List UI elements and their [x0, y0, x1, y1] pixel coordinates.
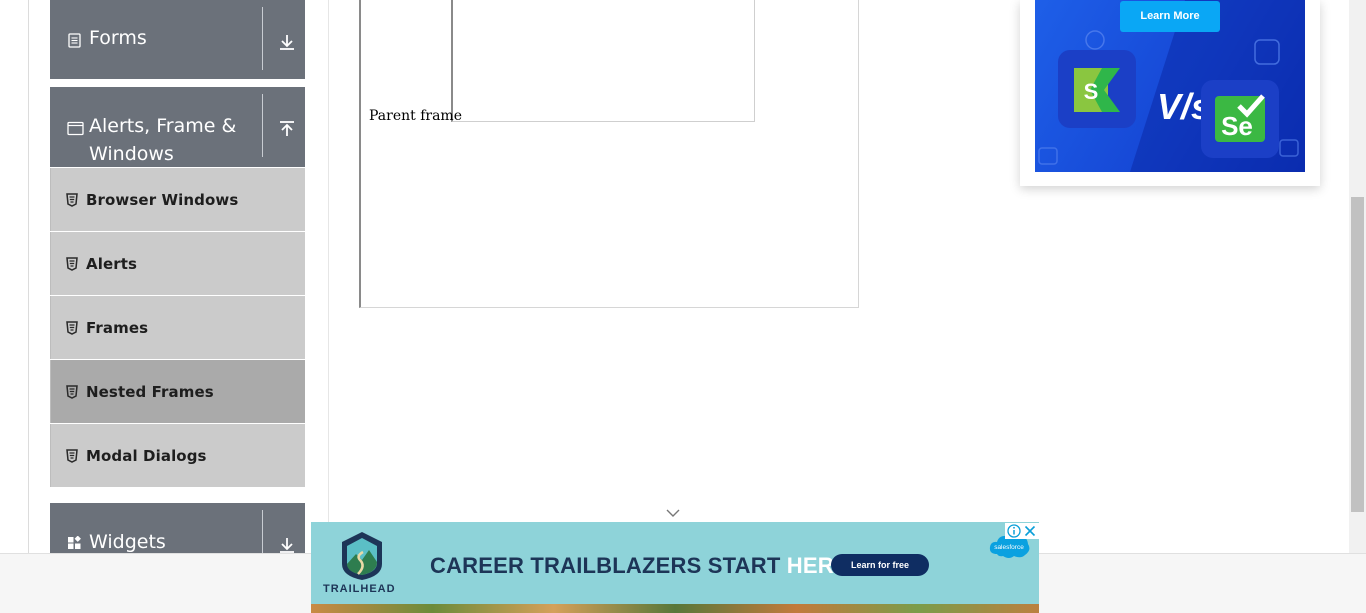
- document-icon: [68, 33, 81, 48]
- learn-for-free-button[interactable]: Learn for free: [831, 554, 929, 576]
- sidebar-group-forms[interactable]: Forms: [50, 0, 305, 79]
- sidebar-item-label: Alerts: [86, 254, 138, 273]
- group-separator: [262, 7, 263, 70]
- sidebar-item-label: Frames: [86, 318, 149, 337]
- upload-arrow-icon[interactable]: [277, 120, 297, 140]
- html5-badge-icon: [66, 320, 78, 335]
- sidebar-item-nested-frames[interactable]: Nested Frames: [50, 360, 305, 423]
- learn-more-button[interactable]: Learn More: [1120, 1, 1220, 32]
- salesforce-logo-text: salesforce: [994, 544, 1024, 551]
- window-icon: [67, 121, 84, 136]
- child-frame: [451, 0, 755, 122]
- close-icon[interactable]: [1023, 524, 1037, 538]
- widgets-icon: [68, 536, 81, 549]
- sidebar-item-label: Nested Frames: [86, 382, 214, 401]
- sidebar-group-label: Widgets: [89, 531, 166, 553]
- html5-badge-icon: [66, 448, 78, 463]
- sidebar-item-label: Browser Windows: [86, 190, 239, 209]
- ad-forest-illustration: [311, 604, 1039, 613]
- katalon-logo: S: [1058, 50, 1136, 128]
- sidebar-group-label: Forms: [89, 27, 147, 49]
- sidebar-item-modal-dialogs[interactable]: Modal Dialogs: [50, 424, 305, 487]
- html5-badge-icon: [66, 192, 78, 207]
- info-icon[interactable]: [1007, 524, 1021, 538]
- sidebar-item-browser-windows[interactable]: Browser Windows: [50, 168, 305, 231]
- selenium-logo: Se: [1201, 80, 1279, 158]
- download-arrow-icon[interactable]: [277, 535, 297, 555]
- sidebar-item-frames[interactable]: Frames: [50, 296, 305, 359]
- group-separator: [262, 510, 263, 553]
- sidebar-group-label-line2: Windows: [89, 143, 174, 165]
- ad-banner-bottom[interactable]: TRAILHEAD CAREER TRAILBLAZERS START HERE…: [311, 522, 1039, 613]
- svg-text:S: S: [1084, 79, 1099, 104]
- sidebar-group-label-line1: Alerts, Frame &: [89, 115, 237, 137]
- parent-frame-text: Parent frame: [369, 108, 462, 124]
- group-separator: [262, 94, 263, 157]
- html5-badge-icon: [66, 256, 78, 271]
- ad-choices-controls[interactable]: [1005, 523, 1039, 539]
- sidebar-item-label: Modal Dialogs: [86, 446, 207, 465]
- sidebar-group-widgets[interactable]: Widgets: [50, 503, 305, 553]
- ad-image[interactable]: Learn More S V/s Se: [1035, 0, 1305, 172]
- sidebar-item-alerts[interactable]: Alerts: [50, 232, 305, 295]
- scrollbar-thumb[interactable]: [1351, 197, 1364, 512]
- ad-headline-text: CAREER TRAILBLAZERS START: [430, 553, 787, 578]
- page: Forms Alerts, Frame & Windows Browser Wi…: [0, 0, 1366, 613]
- download-arrow-icon[interactable]: [277, 32, 297, 52]
- chevron-down-icon[interactable]: [665, 508, 681, 518]
- content-divider: [328, 0, 329, 553]
- trailhead-brand-text: TRAILHEAD: [323, 583, 396, 595]
- left-border: [28, 0, 29, 553]
- ad-banner-right[interactable]: Learn More S V/s Se: [1020, 0, 1320, 186]
- sidebar-group-alerts-frame-windows[interactable]: Alerts, Frame & Windows: [50, 87, 305, 167]
- html5-badge-icon: [66, 384, 78, 399]
- trailhead-logo: [342, 532, 382, 580]
- ad-headline: CAREER TRAILBLAZERS START HERE.: [430, 553, 855, 579]
